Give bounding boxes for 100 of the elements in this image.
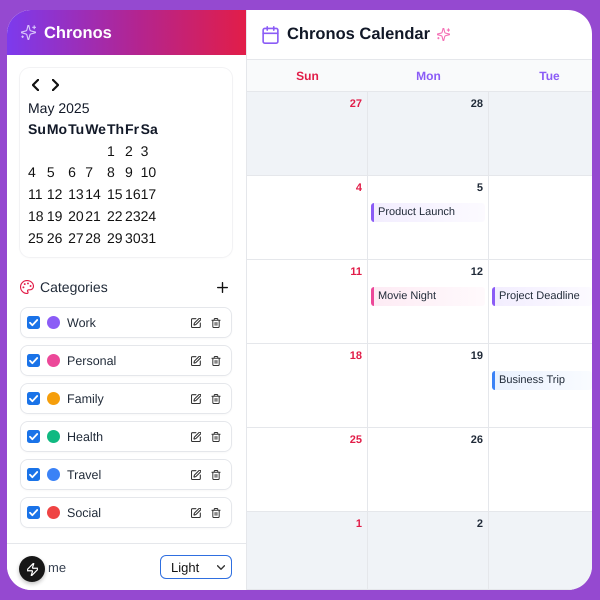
mini-calendar-day[interactable]: 26 [46,228,68,250]
edit-button[interactable] [191,508,201,518]
mini-calendar-day[interactable]: 12 [46,184,68,206]
mini-calendar-day[interactable]: 22 [106,206,126,228]
mini-calendar-day[interactable]: 23 [125,206,141,228]
day-number: 18 [350,350,362,363]
mini-calendar-day[interactable]: 10 [140,162,159,184]
mini-calendar-day[interactable]: 3 [140,140,159,162]
day-number: 4 [356,182,362,195]
category-checkbox[interactable] [27,506,40,519]
mini-calendar-day[interactable]: 15 [106,184,126,206]
calendar-title: Chronos Calendar [287,25,430,44]
palette-icon [20,280,34,294]
mini-weekday-label: Tu [68,120,85,139]
previous-month-button[interactable] [32,79,39,91]
category-checkbox[interactable] [27,354,40,367]
mini-calendar-day[interactable]: 28 [85,228,107,250]
mini-calendar-day[interactable]: 25 [28,228,47,250]
weekday-label: Mon [416,68,441,82]
mini-calendar-day[interactable]: 13 [68,184,86,206]
chevron-right-icon [52,79,59,91]
edit-button[interactable] [191,470,201,480]
lightning-icon [26,562,38,576]
mini-calendar-day[interactable]: 21 [85,206,107,228]
quick-action-button[interactable] [19,556,45,582]
trash-icon [211,356,221,366]
pencil-square-icon [191,318,201,328]
mini-calendar-day[interactable]: 2 [125,140,141,162]
day-number: 12 [470,266,483,279]
month-label: May 2025 [28,100,90,116]
day-number: 26 [470,434,483,447]
mini-weekday-label: Th [106,120,126,139]
mini-calendar-day[interactable]: 4 [28,162,47,184]
theme-select[interactable]: Light [160,555,232,579]
mini-weekday-label: We [85,120,107,139]
chevron-down-icon [217,564,225,570]
delete-button[interactable] [211,508,221,518]
delete-button[interactable] [211,432,221,442]
mini-calendar-day[interactable]: 1 [106,140,126,162]
plus-icon [217,282,228,292]
edit-button[interactable] [191,394,201,404]
mini-calendar-day[interactable]: 24 [140,206,159,228]
mini-calendar-day[interactable]: 8 [106,162,126,184]
mini-calendar-day[interactable]: 6 [68,162,86,184]
trash-icon [211,470,221,480]
trash-icon [211,394,221,404]
mini-calendar-day[interactable]: 14 [85,184,107,206]
mini-calendar-day[interactable]: 7 [85,162,107,184]
edit-button[interactable] [191,356,201,366]
mini-calendar-day[interactable]: 18 [28,206,47,228]
trash-icon [211,318,221,328]
category-checkbox[interactable] [27,392,40,405]
mini-calendar-day[interactable]: 9 [125,162,141,184]
mini-calendar-day[interactable]: 5 [46,162,68,184]
day-number: 11 [350,266,362,279]
edit-button[interactable] [191,318,201,328]
day-number: 5 [476,182,483,195]
mini-calendar-day[interactable]: 29 [106,228,126,250]
category-name: Personal [67,354,116,368]
event-chip[interactable]: Project Deadline [492,287,592,306]
day-number: 25 [350,434,362,447]
pencil-square-icon [191,470,201,480]
delete-button[interactable] [211,470,221,480]
mini-calendar-day[interactable]: 17 [140,184,159,206]
mini-calendar-day[interactable]: 31 [140,228,159,250]
day-number: 28 [470,98,483,111]
event-chip[interactable]: Product Launch [371,203,485,222]
mini-calendar-day[interactable]: 19 [46,206,68,228]
calendar-icon [262,26,279,44]
category-checkbox[interactable] [27,430,40,443]
sparkle-icon [21,25,36,40]
app-title: Chronos [44,22,112,42]
mini-calendar-day[interactable]: 16 [125,184,141,206]
mini-calendar-day[interactable]: 27 [68,228,86,250]
edit-button[interactable] [191,432,201,442]
chevron-left-icon [32,79,39,91]
day-number: 27 [350,98,362,111]
day-number: 1 [356,518,362,531]
event-chip[interactable]: Movie Night [371,287,485,306]
mini-calendar-day[interactable]: 20 [68,206,86,228]
mini-calendar-day[interactable]: 30 [125,228,141,250]
day-number: 19 [470,350,483,363]
category-checkbox[interactable] [27,316,40,329]
weekday-label: Tue [539,68,560,82]
event-chip[interactable]: Business Trip [492,371,592,390]
delete-button[interactable] [211,356,221,366]
category-name: Work [67,316,96,330]
next-month-button[interactable] [52,79,59,91]
pencil-square-icon [191,432,201,442]
category-checkbox[interactable] [27,468,40,481]
weekday-label: Sun [296,68,319,82]
mini-calendar-day[interactable]: 11 [28,184,47,206]
pencil-square-icon [191,394,201,404]
mini-weekday-label: Fr [125,120,140,139]
delete-button[interactable] [211,394,221,404]
delete-button[interactable] [211,318,221,328]
category-name: Health [67,430,104,444]
category-name: Family [67,392,104,406]
category-name: Travel [67,468,102,482]
add-category-button[interactable] [217,282,228,292]
